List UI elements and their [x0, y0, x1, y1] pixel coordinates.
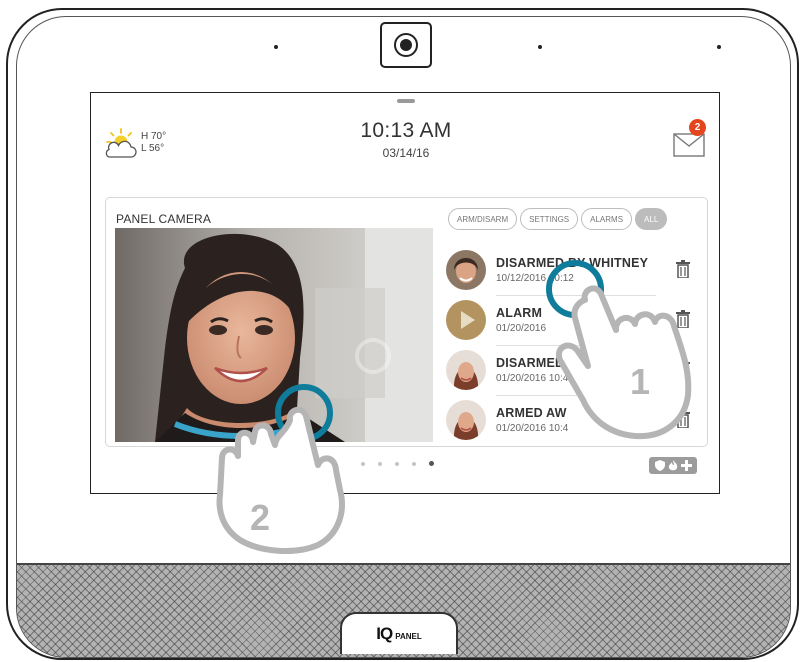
trash-icon[interactable] [676, 260, 690, 278]
clock-date: 03/14/16 [382, 146, 430, 160]
trash-icon[interactable] [676, 310, 690, 328]
event-thumbnail [446, 250, 486, 290]
page-indicator [361, 461, 434, 466]
page-dot[interactable] [395, 461, 399, 466]
bezel-dot [538, 45, 542, 49]
filter-arm-disarm[interactable]: ARM/DISARM [448, 208, 518, 230]
page-dot[interactable] [361, 461, 365, 466]
page-dot-active[interactable] [429, 461, 434, 466]
event-thumbnail [446, 400, 486, 440]
event-title: DISARMED BY WHITNEY [496, 256, 649, 270]
weather-low: L 56° [141, 143, 165, 154]
shield-icon [654, 460, 665, 471]
filter-all[interactable]: ALL [635, 208, 668, 230]
event-title: ALARM [496, 306, 543, 320]
messages-button[interactable]: 2 [673, 119, 706, 157]
partly-cloudy-icon [105, 128, 137, 158]
event-list: DISARMED BY WHITNEY 10/12/2016 10:12 ALA… [442, 246, 704, 446]
filter-settings[interactable]: SETTINGS [520, 208, 579, 230]
bezel-dot [274, 45, 278, 49]
trash-icon[interactable] [676, 360, 690, 378]
touch-screen: H 70° L 56° 10:13 AM 03/14/16 2 PANEL CA… [90, 92, 720, 494]
event-time: 01/20/2016 10:4 [496, 373, 569, 384]
camera-snapshot-image [115, 228, 433, 442]
page-dot[interactable] [412, 461, 416, 466]
brand-logo-iq: IQ [376, 624, 393, 643]
brand-logo-sub: PANEL [395, 632, 422, 641]
weather-high: H 70° [141, 131, 167, 142]
trash-icon[interactable] [676, 410, 690, 428]
plus-icon [680, 460, 692, 471]
event-thumbnail [446, 350, 486, 390]
event-time: 01/20/2016 [496, 323, 547, 334]
weather-widget[interactable]: H 70° L 56° [103, 127, 183, 167]
event-row[interactable]: DISARMED BY 01/20/2016 10:4 [442, 346, 704, 396]
flame-icon [668, 460, 677, 471]
panel-camera-card: PANEL CAMERA ARM/DISARM SETTINGS ALARMS … [105, 197, 708, 447]
clock-time: 10:13 AM [360, 119, 452, 142]
brand-logo: IQ PANEL [340, 612, 458, 654]
clock: 10:13 AM 03/14/16 [351, 119, 461, 160]
front-camera-icon [380, 22, 432, 68]
panel-camera-title: PANEL CAMERA [116, 212, 212, 226]
event-row[interactable]: ALARM 01/20/2016 [442, 296, 704, 346]
event-row[interactable]: ARMED AW 01/20/2016 10:4 [442, 396, 704, 446]
drawer-handle[interactable] [397, 99, 415, 103]
event-thumbnail [446, 300, 486, 340]
event-row[interactable]: DISARMED BY WHITNEY 10/12/2016 10:12 [442, 246, 704, 296]
event-time: 10/12/2016 10:12 [496, 273, 574, 284]
page-dot[interactable] [378, 461, 382, 466]
event-filter-tabs: ARM/DISARM SETTINGS ALARMS ALL [448, 208, 668, 230]
filter-alarms[interactable]: ALARMS [581, 208, 633, 230]
quick-actions-button[interactable] [649, 457, 697, 474]
event-title: DISARMED BY [496, 356, 586, 370]
event-title: ARMED AW [496, 406, 567, 420]
message-count-badge: 2 [689, 119, 706, 136]
bezel-dot [717, 45, 721, 49]
envelope-icon [673, 133, 705, 157]
event-time: 01/20/2016 10:4 [496, 423, 569, 434]
camera-video-preview[interactable] [115, 228, 433, 442]
